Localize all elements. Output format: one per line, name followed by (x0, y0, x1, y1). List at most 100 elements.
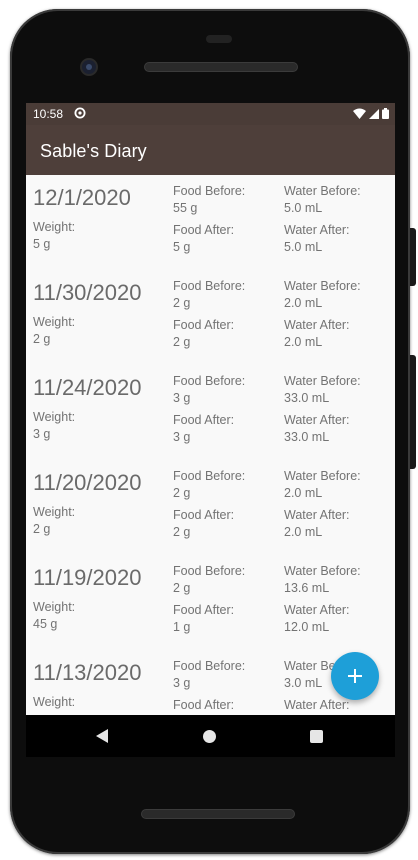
sync-icon (74, 107, 86, 119)
food-before-label: Food Before: (173, 184, 246, 198)
water-after-field: Water After: 33.0 mL (284, 412, 350, 446)
water-before-value: 2.0 mL (284, 296, 323, 310)
weight-value: 2 g (33, 522, 51, 536)
water-before-field: Water Before: 2.0 mL (284, 468, 361, 502)
water-after-value: 33.0 mL (284, 430, 330, 444)
bottom-speaker (142, 810, 294, 818)
water-after-label: Water After: (284, 223, 350, 237)
water-before-field: Water Before: 5.0 mL (284, 183, 361, 217)
food-before-field: Food Before: 2 g (173, 468, 245, 502)
weight-label: Weight: (33, 220, 76, 234)
plus-icon (348, 669, 362, 683)
weight-value: 2 g (33, 332, 51, 346)
food-after-value: 3 g (173, 430, 191, 444)
water-before-value: 13.6 mL (284, 581, 330, 595)
water-after-label: Water After: (284, 698, 350, 712)
diary-entry[interactable]: 11/20/2020 Weight: 2 g Food Before: 2 g … (26, 460, 395, 555)
water-after-label: Water After: (284, 318, 350, 332)
weight-label: Weight: (33, 410, 76, 424)
weight-field: Weight: 2 g (33, 504, 75, 538)
home-icon[interactable] (203, 730, 216, 743)
power-button (410, 355, 416, 469)
water-after-field: Water After: 2.0 mL (284, 317, 350, 351)
app-bar: Sable's Diary (26, 125, 395, 175)
food-before-field: Food Before: 3 g (173, 658, 245, 692)
water-after-value: 5.0 mL (284, 240, 323, 254)
volume-button (410, 228, 416, 286)
water-before-label: Water Before: (284, 184, 361, 198)
entry-date: 11/19/2020 (33, 565, 142, 590)
diary-list[interactable]: 12/1/2020 Weight: 5 g Food Before: 55 g … (26, 175, 395, 715)
weight-label: Weight: (33, 695, 76, 709)
water-after-label: Water After: (284, 413, 350, 427)
weight-field: Weight: (33, 694, 75, 711)
diary-entry[interactable]: 11/24/2020 Weight: 3 g Food Before: 3 g … (26, 365, 395, 460)
back-icon[interactable] (96, 729, 108, 743)
water-before-label: Water Before: (284, 374, 361, 388)
water-after-value: 2.0 mL (284, 525, 323, 539)
device-screen: 10:58 Sable's Diary 12/1/2020 Weight: 5 … (26, 103, 395, 757)
food-after-label: Food After: (173, 318, 235, 332)
weight-field: Weight: 5 g (33, 219, 75, 253)
weight-field: Weight: 2 g (33, 314, 75, 348)
food-after-value: 5 g (173, 240, 191, 254)
water-after-value: 12.0 mL (284, 620, 330, 634)
weight-value: 3 g (33, 427, 51, 441)
app-title: Sable's Diary (40, 141, 147, 161)
recents-icon[interactable] (310, 730, 323, 743)
food-after-field: Food After: 1 g (173, 602, 234, 636)
status-bar: 10:58 (26, 103, 395, 125)
food-after-field: Food After: (173, 697, 234, 714)
water-before-label: Water Before: (284, 469, 361, 483)
food-before-label: Food Before: (173, 469, 246, 483)
signal-icon (369, 108, 379, 119)
water-after-field: Water After: 5.0 mL (284, 222, 350, 256)
water-after-label: Water After: (284, 603, 350, 617)
food-before-field: Food Before: 2 g (173, 563, 245, 597)
weight-field: Weight: 45 g (33, 599, 75, 633)
food-after-label: Food After: (173, 223, 235, 237)
food-after-value: 2 g (173, 525, 191, 539)
food-before-field: Food Before: 55 g (173, 183, 245, 217)
food-before-value: 2 g (173, 581, 191, 595)
food-after-label: Food After: (173, 603, 235, 617)
food-before-label: Food Before: (173, 564, 246, 578)
top-sensor (206, 35, 232, 43)
front-camera (82, 60, 96, 74)
food-after-value: 1 g (173, 620, 191, 634)
food-before-label: Food Before: (173, 279, 246, 293)
diary-entry[interactable]: 12/1/2020 Weight: 5 g Food Before: 55 g … (26, 175, 395, 270)
food-after-label: Food After: (173, 698, 235, 712)
water-after-value: 2.0 mL (284, 335, 323, 349)
water-before-value: 5.0 mL (284, 201, 323, 215)
food-after-field: Food After: 3 g (173, 412, 234, 446)
weight-value: 45 g (33, 617, 58, 631)
food-before-value: 3 g (173, 676, 191, 690)
food-after-label: Food After: (173, 508, 235, 522)
weight-value: 5 g (33, 237, 51, 251)
weight-label: Weight: (33, 600, 76, 614)
system-nav-bar (26, 715, 395, 757)
water-after-field: Water After: (284, 697, 350, 714)
weight-label: Weight: (33, 505, 76, 519)
entry-date: 11/30/2020 (33, 280, 142, 305)
food-after-label: Food After: (173, 413, 235, 427)
food-after-field: Food After: 2 g (173, 507, 234, 541)
water-before-field: Water Before: 13.6 mL (284, 563, 361, 597)
food-after-field: Food After: 5 g (173, 222, 234, 256)
food-before-value: 55 g (173, 201, 198, 215)
entry-date: 12/1/2020 (33, 185, 131, 210)
water-after-field: Water After: 2.0 mL (284, 507, 350, 541)
add-entry-button[interactable] (331, 652, 379, 700)
diary-entry[interactable]: 11/30/2020 Weight: 2 g Food Before: 2 g … (26, 270, 395, 365)
water-before-field: Water Before: 33.0 mL (284, 373, 361, 407)
water-before-value: 33.0 mL (284, 391, 330, 405)
food-after-field: Food After: 2 g (173, 317, 234, 351)
water-after-label: Water After: (284, 508, 350, 522)
food-before-label: Food Before: (173, 659, 246, 673)
entry-date: 11/20/2020 (33, 470, 142, 495)
food-after-value: 2 g (173, 335, 191, 349)
food-before-value: 2 g (173, 486, 191, 500)
water-before-field: Water Before: 2.0 mL (284, 278, 361, 312)
diary-entry[interactable]: 11/19/2020 Weight: 45 g Food Before: 2 g… (26, 555, 395, 650)
